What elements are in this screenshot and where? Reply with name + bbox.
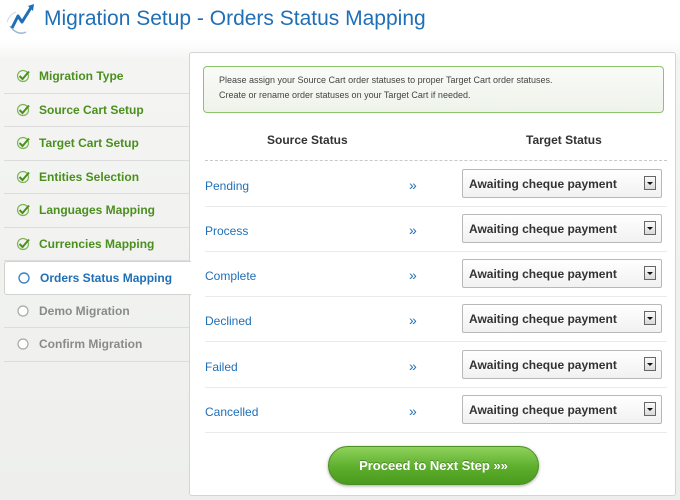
target-status-value: Awaiting cheque payment xyxy=(469,222,617,236)
dropdown-arrow-icon[interactable] xyxy=(644,311,656,325)
notice-line: Please assign your Source Cart order sta… xyxy=(219,75,553,85)
mapping-arrow: » xyxy=(409,312,417,328)
sidebar-step-migration-type[interactable]: Migration Type xyxy=(4,60,190,94)
checkmark-icon xyxy=(16,170,30,183)
mapping-row: Declined » Awaiting cheque payment xyxy=(205,297,667,342)
sidebar-step-label: Migration Type xyxy=(39,69,124,84)
mapping-arrow: » xyxy=(409,358,417,374)
target-status-value: Awaiting cheque payment xyxy=(469,403,617,417)
source-status-link[interactable]: Pending xyxy=(205,179,249,193)
target-status-select[interactable]: Awaiting cheque payment xyxy=(462,395,662,424)
target-status-value: Awaiting cheque payment xyxy=(469,267,617,281)
mapping-arrow: » xyxy=(409,403,417,419)
mapping-row: Pending » Awaiting cheque payment xyxy=(205,162,667,207)
arrow-logo-icon xyxy=(6,4,34,34)
sidebar-step-label: Currencies Mapping xyxy=(39,236,155,251)
target-status-value: Awaiting cheque payment xyxy=(469,358,617,372)
header: Migration Setup - Orders Status Mapping xyxy=(0,0,680,44)
sidebar-step-label: Target Cart Setup xyxy=(39,136,139,151)
source-status-header: Source Status xyxy=(267,133,348,147)
info-notice: Please assign your Source Cart order sta… xyxy=(203,66,664,113)
page-title: Migration Setup - Orders Status Mapping xyxy=(44,7,426,30)
target-status-select[interactable]: Awaiting cheque payment xyxy=(462,304,662,333)
dropdown-arrow-icon[interactable] xyxy=(644,221,656,235)
sidebar-step-label: Languages Mapping xyxy=(39,203,156,218)
mapping-row: Complete » Awaiting cheque payment xyxy=(205,252,667,297)
sidebar-step-source-cart-setup[interactable]: Source Cart Setup xyxy=(4,94,190,127)
sidebar-step-languages-mapping[interactable]: Languages Mapping xyxy=(4,194,190,228)
notice-line: Create or rename order statuses on your … xyxy=(219,90,471,100)
sidebar-step-label: Demo Migration xyxy=(39,303,130,318)
sidebar-step-orders-status-mapping[interactable]: Orders Status Mapping xyxy=(4,261,191,295)
sidebar-step-label: Confirm Migration xyxy=(39,337,143,352)
checkmark-icon xyxy=(16,137,30,150)
source-status-link[interactable]: Process xyxy=(205,224,248,238)
checkmark-icon xyxy=(16,204,30,217)
source-status-link[interactable]: Failed xyxy=(205,360,238,374)
sidebar-step-target-cart-setup[interactable]: Target Cart Setup xyxy=(4,127,190,161)
dropdown-arrow-icon[interactable] xyxy=(644,357,656,371)
target-status-select[interactable]: Awaiting cheque payment xyxy=(462,169,662,198)
mapping-arrow: » xyxy=(409,222,417,238)
sidebar-step-entities-selection[interactable]: Entities Selection xyxy=(4,161,190,194)
source-status-link[interactable]: Complete xyxy=(205,269,256,283)
header-divider xyxy=(205,160,667,161)
mapping-row: Failed » Awaiting cheque payment xyxy=(205,343,667,388)
pending-step-circle-icon xyxy=(17,305,29,317)
dropdown-arrow-icon[interactable] xyxy=(644,266,656,280)
target-status-select[interactable]: Awaiting cheque payment xyxy=(462,259,662,288)
checkmark-icon xyxy=(16,237,30,250)
checkmark-icon xyxy=(16,70,30,83)
source-status-link[interactable]: Declined xyxy=(205,314,252,328)
mapping-arrow: » xyxy=(409,177,417,193)
target-status-select[interactable]: Awaiting cheque payment xyxy=(462,350,662,379)
target-status-select[interactable]: Awaiting cheque payment xyxy=(462,214,662,243)
sidebar-step-label: Entities Selection xyxy=(39,169,140,184)
sidebar-step-label: Orders Status Mapping xyxy=(40,270,173,285)
mapping-row: Cancelled » Awaiting cheque payment xyxy=(205,388,667,433)
pending-step-circle-icon xyxy=(17,338,29,350)
current-step-circle-icon xyxy=(18,272,30,284)
sidebar-step-label: Source Cart Setup xyxy=(39,102,144,117)
main-panel: Please assign your Source Cart order sta… xyxy=(189,52,676,496)
mapping-row: Process » Awaiting cheque payment xyxy=(205,207,667,252)
target-status-value: Awaiting cheque payment xyxy=(469,312,617,326)
target-status-header: Target Status xyxy=(526,133,602,147)
sidebar-step-demo-migration: Demo Migration xyxy=(4,295,190,328)
sidebar-step-currencies-mapping[interactable]: Currencies Mapping xyxy=(4,228,190,261)
steps-sidebar: Migration Type Source Cart Setup Target … xyxy=(4,60,191,362)
target-status-value: Awaiting cheque payment xyxy=(469,177,617,191)
sidebar-step-confirm-migration: Confirm Migration xyxy=(4,328,190,362)
dropdown-arrow-icon[interactable] xyxy=(644,176,656,190)
mapping-arrow: » xyxy=(409,267,417,283)
proceed-next-step-button[interactable]: Proceed to Next Step »» xyxy=(328,446,539,485)
checkmark-icon xyxy=(16,103,30,116)
source-status-link[interactable]: Cancelled xyxy=(205,405,258,419)
dropdown-arrow-icon[interactable] xyxy=(644,402,656,416)
